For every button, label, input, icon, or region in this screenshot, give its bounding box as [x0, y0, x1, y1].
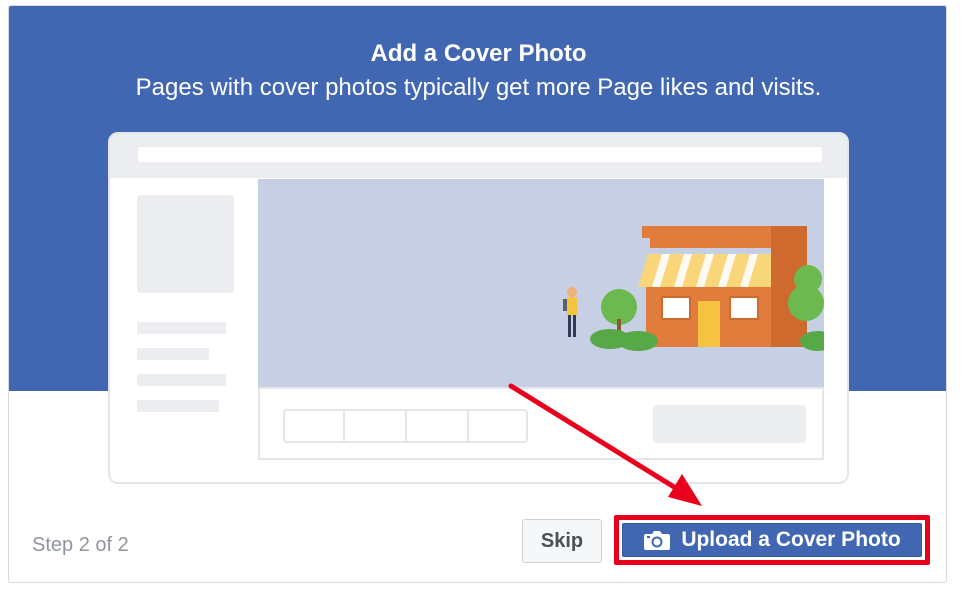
- preview-sidebar-line: [137, 374, 226, 386]
- cover-photo-dialog: Add a Cover Photo Pages with cover photo…: [8, 5, 947, 583]
- dialog-subtitle: Pages with cover photos typically get mo…: [135, 74, 822, 101]
- storefront-illustration: [563, 226, 836, 351]
- upload-button-label: Upload a Cover Photo: [681, 528, 901, 551]
- skip-button[interactable]: Skip: [522, 519, 602, 563]
- preview-address-bar: [138, 147, 822, 162]
- preview-tab-divider: [405, 411, 407, 441]
- preview-topbar: [110, 134, 847, 178]
- preview-cover-area: [258, 179, 836, 387]
- camera-icon: [644, 531, 671, 550]
- upload-cover-photo-button[interactable]: Upload a Cover Photo: [622, 523, 922, 557]
- upload-button-highlight: Upload a Cover Photo: [614, 515, 930, 565]
- preview-action-bar: [258, 387, 824, 460]
- preview-sidebar-line: [137, 322, 226, 334]
- preview-tab-divider: [343, 411, 345, 441]
- preview-sidebar-line: [137, 348, 209, 360]
- preview-tab-group: [283, 409, 528, 443]
- step-indicator: Step 2 of 2: [32, 534, 129, 556]
- preview-button: [653, 405, 806, 443]
- dialog-title: Add a Cover Photo: [370, 40, 587, 67]
- preview-tab-divider: [467, 411, 469, 441]
- preview-profile-picture: [137, 195, 234, 293]
- page-preview-illustration: [108, 132, 849, 484]
- preview-sidebar-line: [137, 400, 219, 412]
